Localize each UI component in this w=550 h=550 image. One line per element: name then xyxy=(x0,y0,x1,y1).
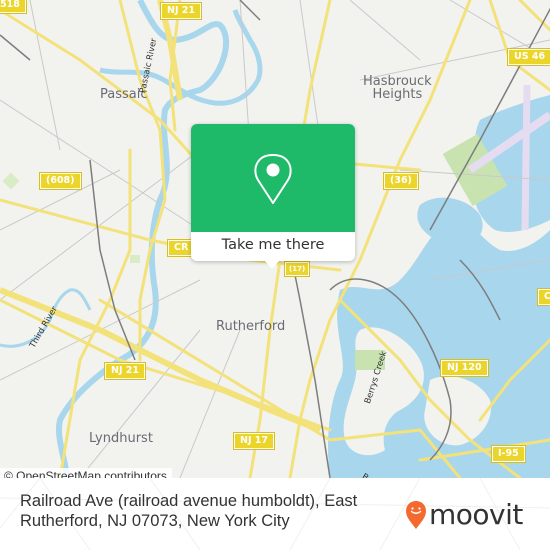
moovit-logo[interactable]: moovit xyxy=(405,500,523,530)
route-shield-nj120: NJ 120 xyxy=(440,359,489,377)
popup-header xyxy=(191,124,355,232)
map-attribution[interactable]: © OpenStreetMap contributors xyxy=(0,468,172,478)
route-shield-nj17: NJ 17 xyxy=(232,432,276,450)
location-popup: Take me there xyxy=(191,124,355,269)
popup-pointer xyxy=(265,261,279,269)
take-me-there-button[interactable]: Take me there xyxy=(191,232,355,261)
route-shield-i95: I-95 xyxy=(491,445,526,463)
park xyxy=(2,172,20,190)
place-label-hasbrouck-heights: Hasbrouck Heights xyxy=(363,74,432,102)
route-shield-nj21-south: NJ 21 xyxy=(103,362,147,380)
address-line-1: Railroad Ave (railroad avenue humboldt),… xyxy=(20,492,358,510)
runway xyxy=(521,84,531,231)
place-label-rutherford: Rutherford xyxy=(216,319,286,334)
map[interactable]: Passaic Hasbrouck Heights Rutherford Lyn… xyxy=(0,0,550,478)
route-shield-17: (17) xyxy=(283,261,311,277)
footer: Railroad Ave (railroad avenue humboldt),… xyxy=(0,478,550,550)
route-shield-nj21: NJ 21 xyxy=(159,2,203,20)
moovit-wordmark: moovit xyxy=(429,498,523,531)
location-pin-icon xyxy=(254,154,292,204)
moovit-pin-icon xyxy=(406,501,426,529)
park xyxy=(130,255,140,263)
route-shield-us46: US 46 xyxy=(506,48,550,66)
address-line-2: Rutherford, NJ 07073, New York City xyxy=(20,512,290,530)
route-shield-518: 518 xyxy=(0,0,27,14)
route-shield-608: (608) xyxy=(39,172,82,190)
route-shield-cr-right: C xyxy=(537,288,550,306)
route-shield-36: (36) xyxy=(383,172,419,190)
place-label-lyndhurst: Lyndhurst xyxy=(89,431,153,446)
address-text: Railroad Ave (railroad avenue humboldt),… xyxy=(20,491,357,531)
